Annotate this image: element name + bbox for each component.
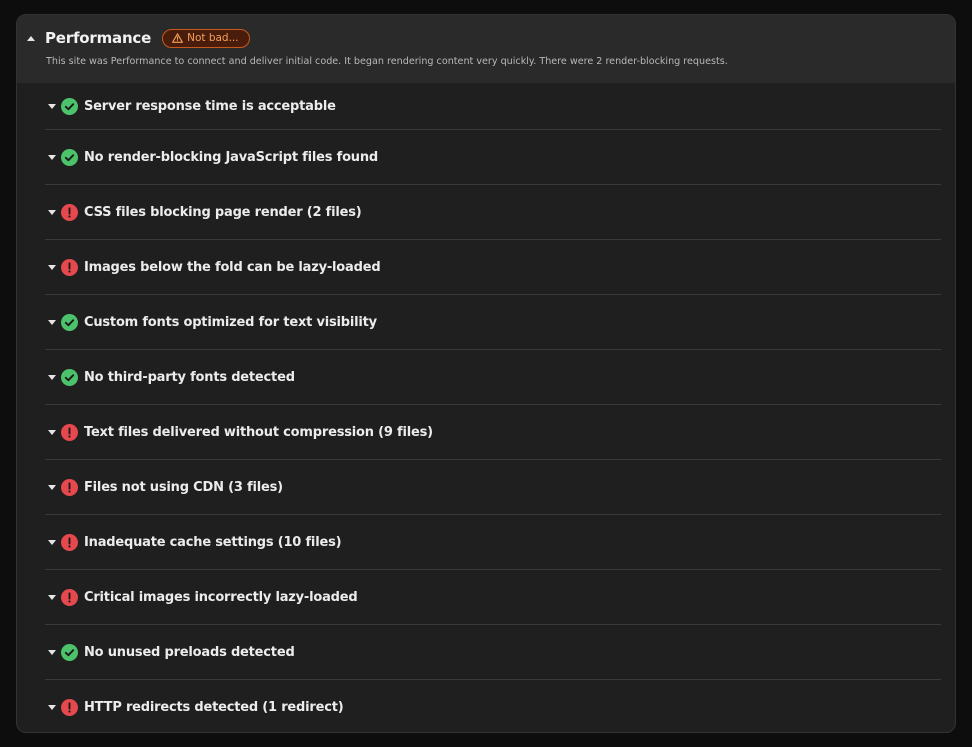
chevron-down-icon[interactable]	[45, 535, 59, 549]
audit-item[interactable]: HTTP redirects detected (1 redirect)	[45, 680, 941, 732]
audit-item-label: Custom fonts optimized for text visibili…	[84, 314, 377, 330]
warning-icon	[172, 33, 184, 43]
audit-item[interactable]: Custom fonts optimized for text visibili…	[45, 295, 941, 350]
audit-item-label: No render-blocking JavaScript files foun…	[84, 149, 379, 165]
error-circle-icon	[61, 423, 78, 441]
audit-item[interactable]: CSS files blocking page render (2 files)	[45, 185, 941, 240]
chevron-down-icon[interactable]	[45, 260, 59, 274]
audit-item[interactable]: Text files delivered without compression…	[45, 405, 941, 460]
performance-panel: Performance Not bad... This site was Per…	[16, 14, 956, 733]
audit-item-label: Files not using CDN (3 files)	[84, 479, 283, 495]
chevron-down-icon[interactable]	[45, 701, 59, 715]
error-circle-icon	[61, 478, 78, 496]
chevron-down-icon[interactable]	[45, 590, 59, 604]
badge-label: Not bad...	[187, 32, 239, 44]
chevron-down-icon[interactable]	[45, 205, 59, 219]
chevron-down-icon[interactable]	[45, 425, 59, 439]
audit-item-label: No third-party fonts detected	[84, 369, 295, 385]
error-circle-icon	[61, 203, 78, 221]
check-circle-icon	[61, 368, 78, 386]
audit-item[interactable]: No unused preloads detected	[45, 625, 941, 680]
error-circle-icon	[61, 258, 78, 276]
chevron-down-icon[interactable]	[45, 150, 59, 164]
error-circle-icon	[61, 699, 78, 716]
audit-item-label: Inadequate cache settings (10 files)	[84, 534, 342, 550]
panel-header[interactable]: Performance Not bad... This site was Per…	[17, 15, 955, 83]
section-description: This site was Performance to connect and…	[46, 56, 728, 67]
check-circle-icon	[61, 643, 78, 661]
audit-item-label: CSS files blocking page render (2 files)	[84, 204, 362, 220]
audit-item-label: Critical images incorrectly lazy-loaded	[84, 589, 358, 605]
audit-item-label: Server response time is acceptable	[84, 98, 336, 114]
audit-item[interactable]: Server response time is acceptable	[45, 83, 941, 130]
chevron-down-icon[interactable]	[45, 480, 59, 494]
audit-item[interactable]: No third-party fonts detected	[45, 350, 941, 405]
chevron-down-icon[interactable]	[45, 99, 59, 113]
chevron-down-icon[interactable]	[45, 370, 59, 384]
check-circle-icon	[61, 148, 78, 166]
check-circle-icon	[61, 313, 78, 331]
audit-item-label: Text files delivered without compression…	[84, 424, 433, 440]
audit-item[interactable]: No render-blocking JavaScript files foun…	[45, 130, 941, 185]
error-circle-icon	[61, 533, 78, 551]
chevron-down-icon[interactable]	[45, 645, 59, 659]
check-circle-icon	[61, 97, 78, 115]
audit-item[interactable]: Files not using CDN (3 files)	[45, 460, 941, 515]
audit-item-label: HTTP redirects detected (1 redirect)	[84, 700, 344, 715]
error-circle-icon	[61, 588, 78, 606]
audit-list: Server response time is acceptable No ren…	[17, 83, 955, 732]
audit-item-label: Images below the fold can be lazy-loaded	[84, 259, 381, 275]
audit-item-label: No unused preloads detected	[84, 644, 295, 660]
section-title: Performance	[45, 29, 152, 47]
audit-item[interactable]: Critical images incorrectly lazy-loaded	[45, 570, 941, 625]
status-badge: Not bad...	[162, 28, 250, 48]
chevron-up-icon[interactable]	[17, 27, 45, 49]
audit-item[interactable]: Images below the fold can be lazy-loaded	[45, 240, 941, 295]
header-row: Performance Not bad...	[17, 27, 955, 49]
chevron-down-icon[interactable]	[45, 315, 59, 329]
audit-item[interactable]: Inadequate cache settings (10 files)	[45, 515, 941, 570]
